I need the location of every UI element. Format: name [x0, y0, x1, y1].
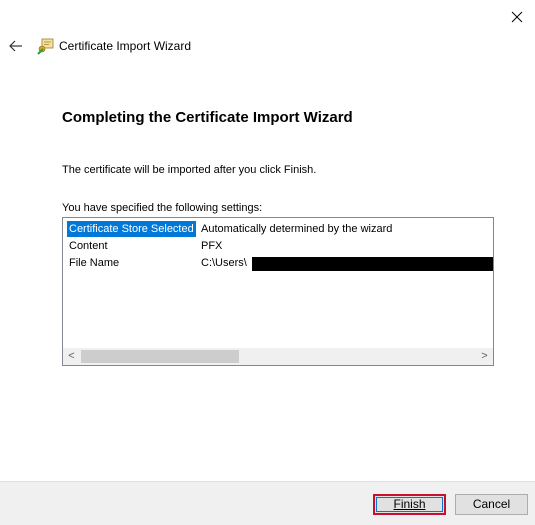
back-arrow-icon[interactable]: [8, 38, 24, 54]
settings-key: Certificate Store Selected: [67, 221, 196, 237]
page-heading: Completing the Certificate Import Wizard: [62, 109, 353, 126]
redacted-block: [252, 257, 493, 271]
settings-value: C:\Users\: [201, 257, 247, 269]
settings-value: PFX: [201, 240, 223, 252]
scroll-thumb[interactable]: [81, 350, 239, 363]
settings-key: File Name: [69, 257, 120, 269]
window-title: Certificate Import Wizard: [59, 39, 192, 53]
horizontal-scrollbar[interactable]: < >: [63, 348, 493, 365]
close-icon[interactable]: [508, 8, 526, 26]
intro-text: The certificate will be imported after y…: [62, 164, 317, 176]
settings-value: Automatically determined by the wizard: [201, 223, 393, 235]
certificate-wizard-icon: [37, 38, 54, 55]
settings-label: You have specified the following setting…: [62, 202, 263, 214]
settings-row[interactable]: File Name C:\Users\: [67, 255, 493, 271]
button-bar: Finish Cancel: [0, 481, 535, 525]
cancel-button-label: Cancel: [472, 497, 511, 511]
focus-ring: [376, 497, 443, 512]
scroll-left-icon[interactable]: <: [63, 348, 80, 365]
settings-key: Content: [69, 240, 108, 252]
finish-button[interactable]: Finish: [373, 494, 446, 515]
settings-list[interactable]: Certificate Store Selected Automatically…: [62, 217, 494, 366]
cancel-button[interactable]: Cancel: [455, 494, 528, 515]
scroll-right-icon[interactable]: >: [476, 348, 493, 365]
